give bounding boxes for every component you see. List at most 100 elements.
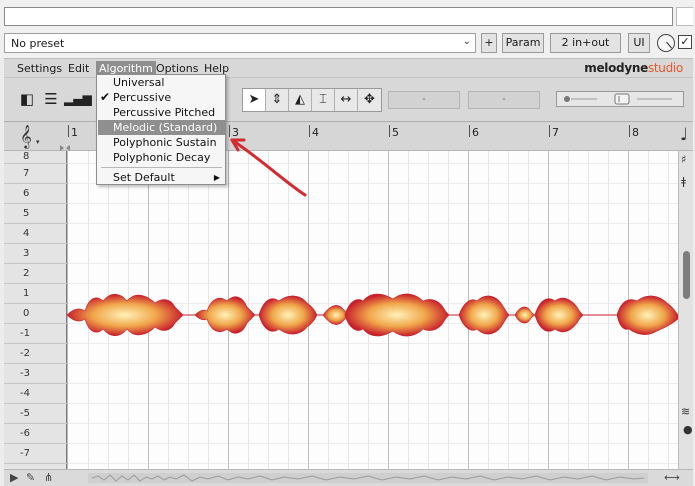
pitch-gridline <box>4 163 67 164</box>
layout-toggle-icon[interactable]: ◧ <box>16 89 38 109</box>
menu-edit[interactable]: Edit <box>65 61 92 76</box>
pitch-label: 8 <box>23 151 30 162</box>
pitch-label: -1 <box>20 328 30 339</box>
pitch-field[interactable]: - <box>388 91 460 109</box>
menu-settings[interactable]: Settings <box>14 61 65 76</box>
formant-tool-icon[interactable]: ◭ <box>289 89 312 111</box>
pitch-label: 1 <box>23 288 30 299</box>
preset-label: No preset <box>11 37 65 50</box>
blob-layer <box>67 293 678 337</box>
zoom-handle-icon[interactable]: ● <box>683 423 693 436</box>
pitch-gridline <box>4 443 67 444</box>
bar-tick <box>389 125 390 137</box>
time-field[interactable]: - <box>468 91 540 109</box>
playhead-icon[interactable]: ▶ <box>10 471 18 484</box>
wet-dry-knob[interactable] <box>657 34 675 52</box>
algorithm-option-melodic-standard[interactable]: Melodic (Standard) <box>98 120 225 135</box>
note-editor[interactable] <box>67 151 678 469</box>
algorithm-option-polyphonic-decay[interactable]: Polyphonic Decay <box>98 150 225 165</box>
sharps-icon[interactable]: ♯ <box>681 153 686 166</box>
pitch-label: -4 <box>20 388 30 399</box>
pitch-tool-icon[interactable]: ⇕ <box>266 89 289 111</box>
pitch-label: 0 <box>23 308 30 319</box>
pitch-label: 3 <box>23 248 30 259</box>
bar-number: 1 <box>71 126 78 139</box>
host-corner <box>676 7 693 26</box>
pitch-gridline <box>4 343 67 344</box>
menu-item-label: Percussive <box>113 91 172 104</box>
pitch-gridline <box>4 363 67 364</box>
main-tool-arrow-icon[interactable]: ➤ <box>243 89 266 111</box>
algorithm-menu: Universal ✔ Percussive Percussive Pitche… <box>96 74 226 185</box>
waveform-icon[interactable]: ⋔ <box>44 471 53 484</box>
menu-item-label: Polyphonic Decay <box>113 151 211 164</box>
scale-icon[interactable]: ǂ <box>681 175 686 188</box>
note-blob <box>344 293 450 337</box>
zoom-waves-icon[interactable]: ≋ <box>681 405 690 418</box>
param-button[interactable]: Param <box>502 33 544 53</box>
vertical-scrollbar-thumb[interactable] <box>683 251 690 299</box>
algorithm-option-polyphonic-sustain[interactable]: Polyphonic Sustain <box>98 135 225 150</box>
bar-tick <box>629 125 630 137</box>
logo-sub: studio <box>647 61 683 75</box>
tool-icon[interactable]: ✎ <box>26 471 35 484</box>
pitch-gridline <box>4 223 67 224</box>
bar-tick <box>309 125 310 137</box>
bypass-checkbox[interactable]: ✓ <box>678 35 692 49</box>
zoom-slider[interactable] <box>556 91 684 107</box>
pitch-gridline <box>4 383 67 384</box>
pitch-label: 5 <box>23 208 30 219</box>
checkmark-icon: ✔ <box>100 90 111 104</box>
pitch-ruler[interactable]: 8 7 6 5 4 3 2 1 0 -1 -2 -3 -4 -5 -6 -7 <box>4 151 67 469</box>
pitch-label: -3 <box>20 368 30 379</box>
bar-tick <box>469 125 470 137</box>
preset-dropdown[interactable]: No preset ⌄ <box>4 33 476 53</box>
host-title-field[interactable] <box>4 7 673 26</box>
note-blob <box>616 295 678 335</box>
pitch-gridline <box>4 303 67 304</box>
add-preset-button[interactable]: + <box>481 33 497 53</box>
io-config-button[interactable]: 2 in+out <box>550 33 621 53</box>
logo-main: melodyne <box>584 61 648 75</box>
separation-tool-icon[interactable]: ✥ <box>358 89 381 111</box>
pitch-gridline <box>4 403 67 404</box>
algorithm-option-percussive-pitched[interactable]: Percussive Pitched <box>98 105 225 120</box>
fit-width-icon[interactable]: ⟷ <box>664 471 680 484</box>
menu-item-label: Polyphonic Sustain <box>113 136 217 149</box>
pitch-gridline <box>4 243 67 244</box>
menu-item-label: Percussive Pitched <box>113 106 216 119</box>
note-blob <box>514 306 536 324</box>
horizontal-overview-scrollbar[interactable] <box>88 473 648 483</box>
right-sidebar: ♯ ǂ ≋ ● <box>678 151 693 469</box>
menu-item-label: Set Default <box>113 171 175 184</box>
pitch-label: -5 <box>20 408 30 419</box>
menu-item-label: Melodic (Standard) <box>113 121 218 134</box>
submenu-arrow-icon: ▶ <box>213 173 220 182</box>
mixer-icon[interactable]: ☰ <box>40 89 62 109</box>
pitch-gridline <box>4 423 67 424</box>
bar-tick <box>229 125 230 137</box>
pitch-gridline <box>4 203 67 204</box>
note-blob <box>458 295 510 335</box>
bar-number: 6 <box>472 126 479 139</box>
host-header: No preset ⌄ + Param 2 in+out UI ✓ <box>0 0 695 58</box>
bar-number: 8 <box>632 126 639 139</box>
ui-button[interactable]: UI <box>628 33 650 53</box>
pitch-gridline <box>4 463 67 464</box>
algorithm-option-percussive[interactable]: ✔ Percussive <box>98 90 225 105</box>
amplitude-tool-icon[interactable]: ⌶ <box>312 89 335 111</box>
algorithm-set-default[interactable]: Set Default ▶ <box>98 170 225 185</box>
meter-icon[interactable]: ▂▄▆ <box>64 89 92 109</box>
bar-number: 4 <box>312 126 319 139</box>
timing-tool-icon[interactable]: ↔ <box>335 89 358 111</box>
quarter-note-icon[interactable]: ♩ <box>680 125 688 145</box>
pitch-label: 7 <box>23 168 30 179</box>
bar-number: 3 <box>232 126 239 139</box>
pitch-label: -2 <box>20 348 30 359</box>
algorithm-option-universal[interactable]: Universal <box>98 75 225 90</box>
menu-item-label: Universal <box>113 76 165 89</box>
pitch-label: 6 <box>23 188 30 199</box>
bar-tick <box>549 125 550 137</box>
pitch-gridline <box>4 283 67 284</box>
note-blob <box>534 297 584 333</box>
